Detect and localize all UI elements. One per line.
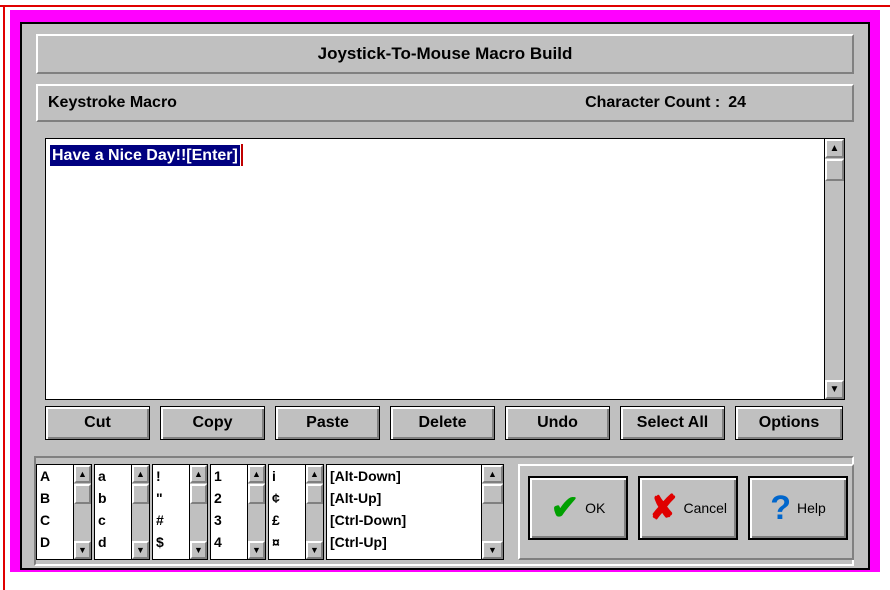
list-item[interactable]: [Alt-Up] — [330, 489, 381, 507]
editor-scrollbar[interactable]: ▲ ▼ — [824, 139, 844, 399]
extended-chars-list[interactable]: i ¢ £ ¤ ▲ ▼ — [268, 464, 324, 560]
delete-button[interactable]: Delete — [390, 406, 495, 440]
list-item[interactable]: ¤ — [272, 533, 280, 551]
scroll-up-arrow-icon[interactable]: ▲ — [190, 465, 207, 483]
edit-button-row: Cut Copy Paste Delete Undo Select All Op… — [45, 406, 845, 440]
scroll-down-arrow-icon[interactable]: ▼ — [825, 380, 844, 399]
list-item[interactable]: 2 — [214, 489, 222, 507]
macro-header: Keystroke Macro Character Count : 24 — [36, 84, 854, 122]
list-scrollbar[interactable]: ▲ ▼ — [481, 465, 503, 559]
list-item[interactable]: " — [156, 489, 163, 507]
list-item[interactable]: B — [40, 489, 50, 507]
red-x-icon: ✘ — [648, 489, 678, 527]
scroll-down-arrow-icon[interactable]: ▼ — [190, 541, 207, 559]
checkmark-icon: ✔ — [550, 489, 580, 527]
ok-label: OK — [585, 500, 606, 516]
list-scrollbar[interactable]: ▲ ▼ — [189, 465, 207, 559]
digits-list[interactable]: 1 2 3 4 ▲ ▼ — [210, 464, 266, 560]
list-item[interactable]: D — [40, 533, 50, 551]
list-scrollbar[interactable]: ▲ ▼ — [131, 465, 149, 559]
scroll-down-arrow-icon[interactable]: ▼ — [248, 541, 265, 559]
list-item[interactable]: 1 — [214, 467, 222, 485]
scroll-thumb[interactable] — [825, 159, 844, 181]
scroll-up-arrow-icon[interactable]: ▲ — [482, 465, 503, 483]
list-item[interactable]: ¢ — [272, 489, 280, 507]
action-panel: ✔ OK ✘ Cancel ? Help — [518, 464, 854, 560]
list-item[interactable]: a — [98, 467, 106, 485]
scroll-thumb[interactable] — [248, 484, 265, 504]
list-scrollbar[interactable]: ▲ ▼ — [305, 465, 323, 559]
scroll-thumb[interactable] — [306, 484, 323, 504]
list-item[interactable]: A — [40, 467, 50, 485]
edge-line-left — [3, 5, 5, 590]
keystroke-macro-label: Keystroke Macro — [48, 94, 177, 111]
scroll-up-arrow-icon[interactable]: ▲ — [248, 465, 265, 483]
undo-button[interactable]: Undo — [505, 406, 610, 440]
list-scrollbar[interactable]: ▲ ▼ — [247, 465, 265, 559]
list-item[interactable]: d — [98, 533, 107, 551]
list-item[interactable]: i — [272, 467, 276, 485]
dialog-title-bar: Joystick-To-Mouse Macro Build — [36, 34, 854, 74]
list-item[interactable]: [Ctrl-Down] — [330, 511, 406, 529]
character-count-label: Character Count : — [585, 94, 721, 111]
copy-button[interactable]: Copy — [160, 406, 265, 440]
options-button[interactable]: Options — [735, 406, 843, 440]
symbols-list[interactable]: ! " # $ ▲ ▼ — [152, 464, 208, 560]
scroll-thumb[interactable] — [482, 484, 503, 504]
list-item[interactable]: ! — [156, 467, 161, 485]
scroll-thumb[interactable] — [74, 484, 91, 504]
list-item[interactable]: c — [98, 511, 106, 529]
scroll-down-arrow-icon[interactable]: ▼ — [132, 541, 149, 559]
select-all-button[interactable]: Select All — [620, 406, 725, 440]
scroll-down-arrow-icon[interactable]: ▼ — [306, 541, 323, 559]
macro-text-selection[interactable]: Have a Nice Day!![Enter] — [50, 145, 240, 166]
scroll-up-arrow-icon[interactable]: ▲ — [132, 465, 149, 483]
uppercase-list[interactable]: A B C D ▲ ▼ — [36, 464, 92, 560]
scroll-down-arrow-icon[interactable]: ▼ — [74, 541, 91, 559]
ok-button[interactable]: ✔ OK — [528, 476, 628, 540]
dialog-title: Joystick-To-Mouse Macro Build — [317, 44, 573, 63]
scroll-up-arrow-icon[interactable]: ▲ — [825, 139, 844, 158]
scroll-thumb[interactable] — [190, 484, 207, 504]
list-item[interactable]: C — [40, 511, 50, 529]
special-keys-list[interactable]: [Alt-Down] [Alt-Up] [Ctrl-Down] [Ctrl-Up… — [326, 464, 504, 560]
cancel-label: Cancel — [683, 500, 728, 516]
list-item[interactable]: [Ctrl-Up] — [330, 533, 387, 551]
scroll-up-arrow-icon[interactable]: ▲ — [74, 465, 91, 483]
list-item[interactable]: # — [156, 511, 164, 529]
list-item[interactable]: $ — [156, 533, 164, 551]
lowercase-list[interactable]: a b c d ▲ ▼ — [94, 464, 150, 560]
scroll-down-arrow-icon[interactable]: ▼ — [482, 541, 503, 559]
help-button[interactable]: ? Help — [748, 476, 848, 540]
list-item[interactable]: 3 — [214, 511, 222, 529]
text-caret — [241, 144, 243, 166]
macro-text-editor[interactable]: Have a Nice Day!![Enter] ▲ ▼ — [45, 138, 845, 400]
cancel-button[interactable]: ✘ Cancel — [638, 476, 738, 540]
edge-line-top — [0, 5, 890, 7]
macro-build-dialog: Joystick-To-Mouse Macro Build Keystroke … — [20, 22, 870, 570]
bottom-panel: A B C D ▲ ▼ a b c d ▲ ▼ ! " # $ ▲ ▼ 1 2 … — [34, 456, 854, 566]
list-item[interactable]: 4 — [214, 533, 222, 551]
list-item[interactable]: [Alt-Down] — [330, 467, 401, 485]
help-label: Help — [796, 500, 826, 516]
paste-button[interactable]: Paste — [275, 406, 380, 440]
scroll-thumb[interactable] — [132, 484, 149, 504]
character-count: Character Count : 24 — [585, 94, 842, 112]
character-lists: A B C D ▲ ▼ a b c d ▲ ▼ ! " # $ ▲ ▼ 1 2 … — [36, 464, 506, 560]
list-item[interactable]: £ — [272, 511, 280, 529]
scroll-up-arrow-icon[interactable]: ▲ — [306, 465, 323, 483]
question-mark-icon: ? — [770, 489, 791, 527]
list-item[interactable]: b — [98, 489, 107, 507]
cut-button[interactable]: Cut — [45, 406, 150, 440]
character-count-value: 24 — [728, 94, 746, 111]
list-scrollbar[interactable]: ▲ ▼ — [73, 465, 91, 559]
